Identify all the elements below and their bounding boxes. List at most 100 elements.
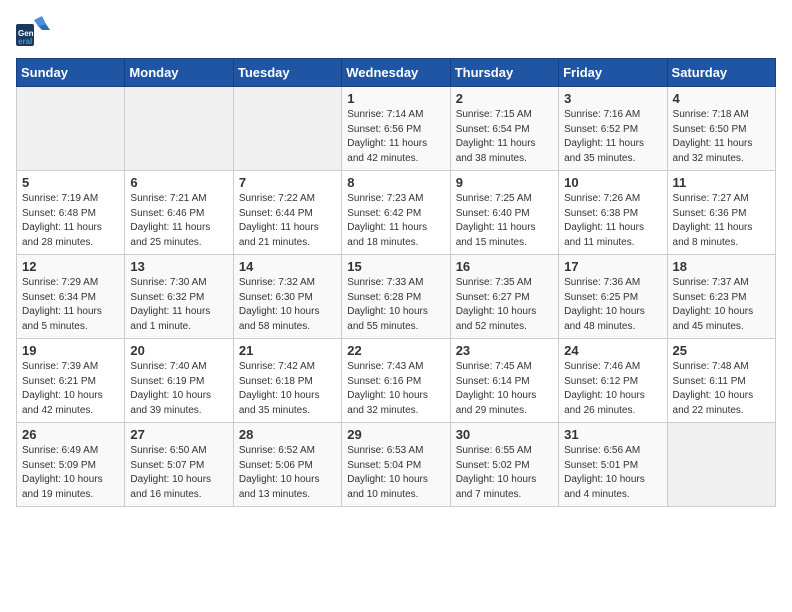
day-info: Sunrise: 7:14 AM Sunset: 6:56 PM Dayligh… <box>347 108 444 166</box>
calendar-cell: 12 Sunrise: 7:29 AM Sunset: 6:34 PM Dayli… <box>17 255 125 339</box>
page-header: Gen eral <box>16 16 776 46</box>
calendar-cell: 1 Sunrise: 7:14 AM Sunset: 6:56 PM Daylig… <box>342 87 450 171</box>
day-number: 14 <box>239 259 336 274</box>
calendar-cell: 3 Sunrise: 7:16 AM Sunset: 6:52 PM Daylig… <box>559 87 667 171</box>
day-info: Sunrise: 7:19 AM Sunset: 6:48 PM Dayligh… <box>22 192 119 250</box>
day-number: 18 <box>673 259 770 274</box>
calendar-day-header: Tuesday <box>233 59 341 87</box>
logo-icon: Gen eral <box>16 16 50 46</box>
calendar-cell: 9 Sunrise: 7:25 AM Sunset: 6:40 PM Daylig… <box>450 171 558 255</box>
calendar-cell: 20Sunrise: 7:40 AM Sunset: 6:19 PM Dayli… <box>125 339 233 423</box>
calendar-day-header: Friday <box>559 59 667 87</box>
day-number: 24 <box>564 343 661 358</box>
day-number: 4 <box>673 91 770 106</box>
calendar-day-header: Saturday <box>667 59 775 87</box>
day-number: 1 <box>347 91 444 106</box>
calendar-cell <box>125 87 233 171</box>
day-number: 31 <box>564 427 661 442</box>
day-number: 5 <box>22 175 119 190</box>
calendar-cell: 6 Sunrise: 7:21 AM Sunset: 6:46 PM Daylig… <box>125 171 233 255</box>
svg-text:eral: eral <box>18 37 32 46</box>
calendar-day-header: Sunday <box>17 59 125 87</box>
day-number: 17 <box>564 259 661 274</box>
day-number: 12 <box>22 259 119 274</box>
day-number: 13 <box>130 259 227 274</box>
day-info: Sunrise: 7:27 AM Sunset: 6:36 PM Dayligh… <box>673 192 770 250</box>
day-info: Sunrise: 7:26 AM Sunset: 6:38 PM Dayligh… <box>564 192 661 250</box>
day-number: 16 <box>456 259 553 274</box>
calendar-cell: 14 Sunrise: 7:32 AM Sunset: 6:30 PM Dayli… <box>233 255 341 339</box>
calendar-cell: 26 Sunrise: 6:49 AM Sunset: 5:09 PM Dayli… <box>17 423 125 507</box>
calendar-cell: 13Sunrise: 7:30 AM Sunset: 6:32 PM Dayli… <box>125 255 233 339</box>
day-info: Sunrise: 6:55 AM Sunset: 5:02 PM Dayligh… <box>456 444 553 502</box>
day-number: 2 <box>456 91 553 106</box>
calendar-cell: 31 Sunrise: 6:56 AM Sunset: 5:01 PM Dayli… <box>559 423 667 507</box>
calendar-table: SundayMondayTuesdayWednesdayThursdayFrid… <box>16 58 776 507</box>
calendar-cell: 30Sunrise: 6:55 AM Sunset: 5:02 PM Dayli… <box>450 423 558 507</box>
day-info: Sunrise: 7:36 AM Sunset: 6:25 PM Dayligh… <box>564 276 661 334</box>
day-info: Sunrise: 7:21 AM Sunset: 6:46 PM Dayligh… <box>130 192 227 250</box>
calendar-week-row: 26 Sunrise: 6:49 AM Sunset: 5:09 PM Dayli… <box>17 423 776 507</box>
calendar-week-row: 19 Sunrise: 7:39 AM Sunset: 6:21 PM Dayli… <box>17 339 776 423</box>
day-info: Sunrise: 6:53 AM Sunset: 5:04 PM Dayligh… <box>347 444 444 502</box>
day-info: Sunrise: 7:15 AM Sunset: 6:54 PM Dayligh… <box>456 108 553 166</box>
day-info: Sunrise: 6:56 AM Sunset: 5:01 PM Dayligh… <box>564 444 661 502</box>
calendar-cell: 19 Sunrise: 7:39 AM Sunset: 6:21 PM Dayli… <box>17 339 125 423</box>
day-number: 15 <box>347 259 444 274</box>
day-number: 11 <box>673 175 770 190</box>
day-number: 6 <box>130 175 227 190</box>
calendar-cell: 8Sunrise: 7:23 AM Sunset: 6:42 PM Daylig… <box>342 171 450 255</box>
day-info: Sunrise: 7:32 AM Sunset: 6:30 PM Dayligh… <box>239 276 336 334</box>
day-info: Sunrise: 7:22 AM Sunset: 6:44 PM Dayligh… <box>239 192 336 250</box>
day-number: 23 <box>456 343 553 358</box>
calendar-cell: 27Sunrise: 6:50 AM Sunset: 5:07 PM Dayli… <box>125 423 233 507</box>
calendar-cell: 25 Sunrise: 7:48 AM Sunset: 6:11 PM Dayli… <box>667 339 775 423</box>
day-number: 9 <box>456 175 553 190</box>
day-number: 28 <box>239 427 336 442</box>
day-number: 29 <box>347 427 444 442</box>
day-number: 7 <box>239 175 336 190</box>
day-info: Sunrise: 7:39 AM Sunset: 6:21 PM Dayligh… <box>22 360 119 418</box>
day-info: Sunrise: 7:48 AM Sunset: 6:11 PM Dayligh… <box>673 360 770 418</box>
calendar-cell: 28 Sunrise: 6:52 AM Sunset: 5:06 PM Dayli… <box>233 423 341 507</box>
day-number: 21 <box>239 343 336 358</box>
day-info: Sunrise: 6:49 AM Sunset: 5:09 PM Dayligh… <box>22 444 119 502</box>
day-info: Sunrise: 6:52 AM Sunset: 5:06 PM Dayligh… <box>239 444 336 502</box>
logo: Gen eral <box>16 16 54 46</box>
calendar-cell: 29 Sunrise: 6:53 AM Sunset: 5:04 PM Dayli… <box>342 423 450 507</box>
calendar-week-row: 12 Sunrise: 7:29 AM Sunset: 6:34 PM Dayli… <box>17 255 776 339</box>
day-number: 8 <box>347 175 444 190</box>
day-info: Sunrise: 7:16 AM Sunset: 6:52 PM Dayligh… <box>564 108 661 166</box>
day-info: Sunrise: 7:45 AM Sunset: 6:14 PM Dayligh… <box>456 360 553 418</box>
day-number: 25 <box>673 343 770 358</box>
calendar-cell: 16Sunrise: 7:35 AM Sunset: 6:27 PM Dayli… <box>450 255 558 339</box>
day-info: Sunrise: 7:33 AM Sunset: 6:28 PM Dayligh… <box>347 276 444 334</box>
day-number: 20 <box>130 343 227 358</box>
calendar-header-row: SundayMondayTuesdayWednesdayThursdayFrid… <box>17 59 776 87</box>
calendar-cell: 23 Sunrise: 7:45 AM Sunset: 6:14 PM Dayli… <box>450 339 558 423</box>
calendar-cell: 2 Sunrise: 7:15 AM Sunset: 6:54 PM Daylig… <box>450 87 558 171</box>
calendar-cell: 5 Sunrise: 7:19 AM Sunset: 6:48 PM Daylig… <box>17 171 125 255</box>
day-info: Sunrise: 7:29 AM Sunset: 6:34 PM Dayligh… <box>22 276 119 334</box>
day-number: 3 <box>564 91 661 106</box>
day-info: Sunrise: 7:43 AM Sunset: 6:16 PM Dayligh… <box>347 360 444 418</box>
day-info: Sunrise: 7:37 AM Sunset: 6:23 PM Dayligh… <box>673 276 770 334</box>
calendar-cell: 21 Sunrise: 7:42 AM Sunset: 6:18 PM Dayli… <box>233 339 341 423</box>
calendar-day-header: Wednesday <box>342 59 450 87</box>
calendar-day-header: Monday <box>125 59 233 87</box>
day-number: 22 <box>347 343 444 358</box>
calendar-cell: 15 Sunrise: 7:33 AM Sunset: 6:28 PM Dayli… <box>342 255 450 339</box>
day-number: 19 <box>22 343 119 358</box>
calendar-cell: 7 Sunrise: 7:22 AM Sunset: 6:44 PM Daylig… <box>233 171 341 255</box>
calendar-week-row: 5 Sunrise: 7:19 AM Sunset: 6:48 PM Daylig… <box>17 171 776 255</box>
calendar-cell <box>17 87 125 171</box>
day-number: 10 <box>564 175 661 190</box>
calendar-cell <box>233 87 341 171</box>
day-info: Sunrise: 7:25 AM Sunset: 6:40 PM Dayligh… <box>456 192 553 250</box>
day-info: Sunrise: 7:18 AM Sunset: 6:50 PM Dayligh… <box>673 108 770 166</box>
calendar-cell: 10 Sunrise: 7:26 AM Sunset: 6:38 PM Dayli… <box>559 171 667 255</box>
day-number: 27 <box>130 427 227 442</box>
calendar-cell: 11 Sunrise: 7:27 AM Sunset: 6:36 PM Dayli… <box>667 171 775 255</box>
day-number: 26 <box>22 427 119 442</box>
day-info: Sunrise: 7:42 AM Sunset: 6:18 PM Dayligh… <box>239 360 336 418</box>
